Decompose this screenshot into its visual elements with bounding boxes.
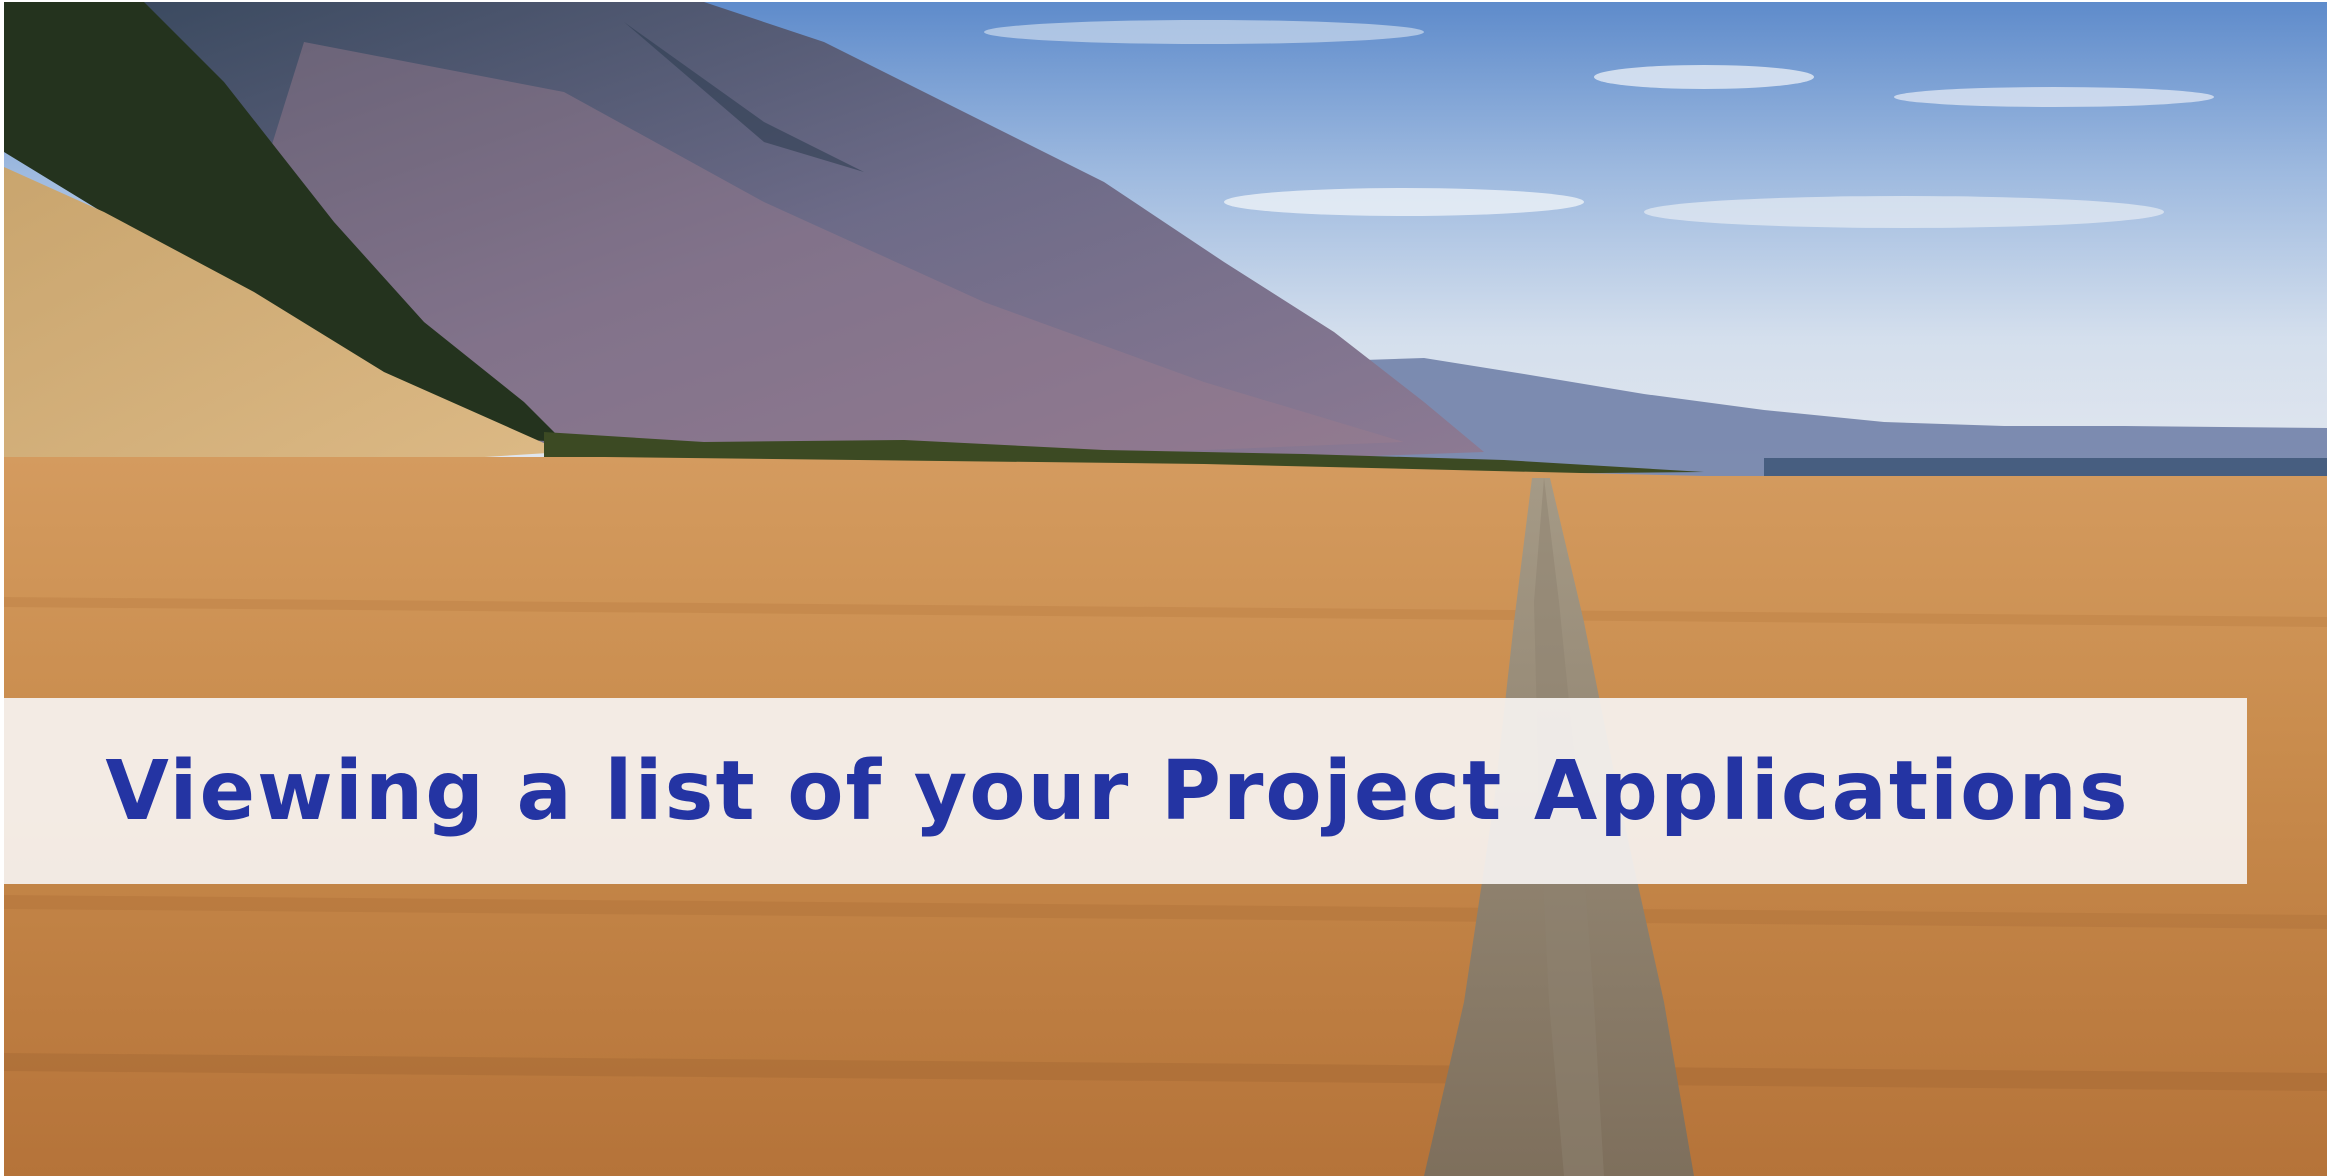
landscape-illustration	[4, 2, 2327, 1176]
slide: Viewing a list of your Project Applicati…	[0, 0, 2327, 1176]
title-banner: Viewing a list of your Project Applicati…	[4, 698, 2247, 884]
banner-title: Viewing a list of your Project Applicati…	[105, 743, 2130, 839]
landscape-background-image	[4, 2, 2327, 1176]
